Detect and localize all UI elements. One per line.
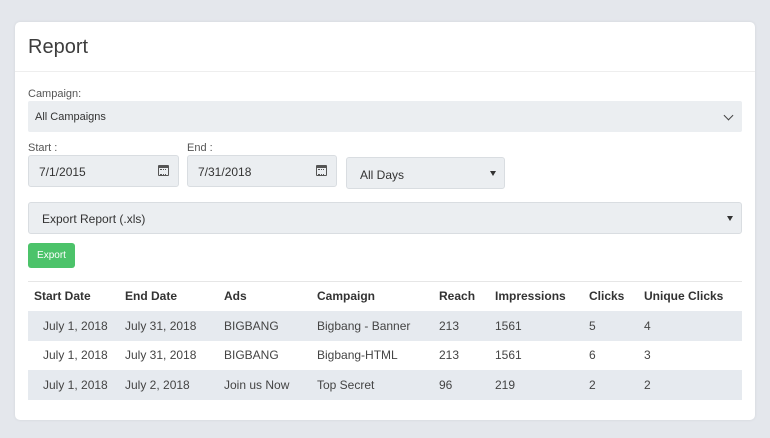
table-row[interactable]: July 1, 2018 July 2, 2018 Join us Now To… xyxy=(28,370,742,400)
cell-start-date: July 1, 2018 xyxy=(43,318,108,333)
end-date-input[interactable]: 7/31/2018 xyxy=(187,155,337,187)
cell-clicks: 2 xyxy=(589,377,596,392)
caret-down-icon xyxy=(727,216,733,221)
export-button[interactable]: Export xyxy=(28,243,75,268)
campaign-select-value: All Campaigns xyxy=(35,111,106,123)
report-card: Report Campaign: All Campaigns Start : E… xyxy=(15,22,755,420)
campaign-label: Campaign: xyxy=(28,88,82,100)
calendar-icon[interactable] xyxy=(316,165,327,176)
cell-ads: Join us Now xyxy=(224,377,290,392)
cell-end-date: July 31, 2018 xyxy=(125,348,197,363)
days-select[interactable]: All Days xyxy=(346,157,505,189)
export-format-value: Export Report (.xls) xyxy=(42,212,146,226)
report-header: Report xyxy=(15,22,755,72)
table-row[interactable]: July 1, 2018 July 31, 2018 BIGBANG Bigba… xyxy=(28,340,742,370)
cell-reach: 213 xyxy=(439,348,460,363)
cell-clicks: 6 xyxy=(589,348,596,363)
cell-impressions: 1561 xyxy=(495,348,522,363)
end-date-value: 7/31/2018 xyxy=(198,165,252,179)
cell-end-date: July 31, 2018 xyxy=(125,318,197,333)
caret-down-icon xyxy=(490,171,496,176)
cell-unique-clicks: 4 xyxy=(644,318,651,333)
start-date-input[interactable]: 7/1/2015 xyxy=(28,155,179,187)
chevron-down-icon xyxy=(723,110,734,121)
cell-reach: 96 xyxy=(439,377,453,392)
cell-start-date: July 1, 2018 xyxy=(43,348,108,363)
campaign-select[interactable]: All Campaigns xyxy=(28,101,742,132)
column-header-campaign[interactable]: Campaign xyxy=(311,281,433,311)
column-header-impressions[interactable]: Impressions xyxy=(489,281,583,311)
cell-unique-clicks: 2 xyxy=(644,377,651,392)
column-header-end-date[interactable]: End Date xyxy=(119,281,218,311)
column-header-clicks[interactable]: Clicks xyxy=(583,281,638,311)
column-header-ads[interactable]: Ads xyxy=(218,281,311,311)
column-header-unique-clicks[interactable]: Unique Clicks xyxy=(638,281,742,311)
end-label: End : xyxy=(187,142,213,154)
table-header-row: Start Date End Date Ads Campaign Reach I… xyxy=(28,281,742,311)
cell-unique-clicks: 3 xyxy=(644,348,651,363)
column-header-reach[interactable]: Reach xyxy=(433,281,489,311)
cell-ads: BIGBANG xyxy=(224,318,279,333)
page-title: Report xyxy=(28,36,89,58)
cell-start-date: July 1, 2018 xyxy=(43,377,108,392)
cell-campaign: Bigbang-HTML xyxy=(317,348,398,363)
cell-clicks: 5 xyxy=(589,318,596,333)
export-format-select[interactable]: Export Report (.xls) xyxy=(28,202,742,234)
calendar-icon[interactable] xyxy=(158,165,169,176)
cell-campaign: Bigbang - Banner xyxy=(317,318,411,333)
start-label: Start : xyxy=(28,142,58,154)
cell-campaign: Top Secret xyxy=(317,377,375,392)
cell-ads: BIGBANG xyxy=(224,348,279,363)
start-date-value: 7/1/2015 xyxy=(39,165,86,179)
report-table: Start Date End Date Ads Campaign Reach I… xyxy=(28,281,742,400)
column-header-start-date[interactable]: Start Date xyxy=(28,281,119,311)
days-select-value: All Days xyxy=(360,168,405,182)
cell-end-date: July 2, 2018 xyxy=(125,377,190,392)
cell-reach: 213 xyxy=(439,318,460,333)
cell-impressions: 219 xyxy=(495,377,516,392)
table-row[interactable]: July 1, 2018 July 31, 2018 BIGBANG Bigba… xyxy=(28,311,742,341)
cell-impressions: 1561 xyxy=(495,318,522,333)
